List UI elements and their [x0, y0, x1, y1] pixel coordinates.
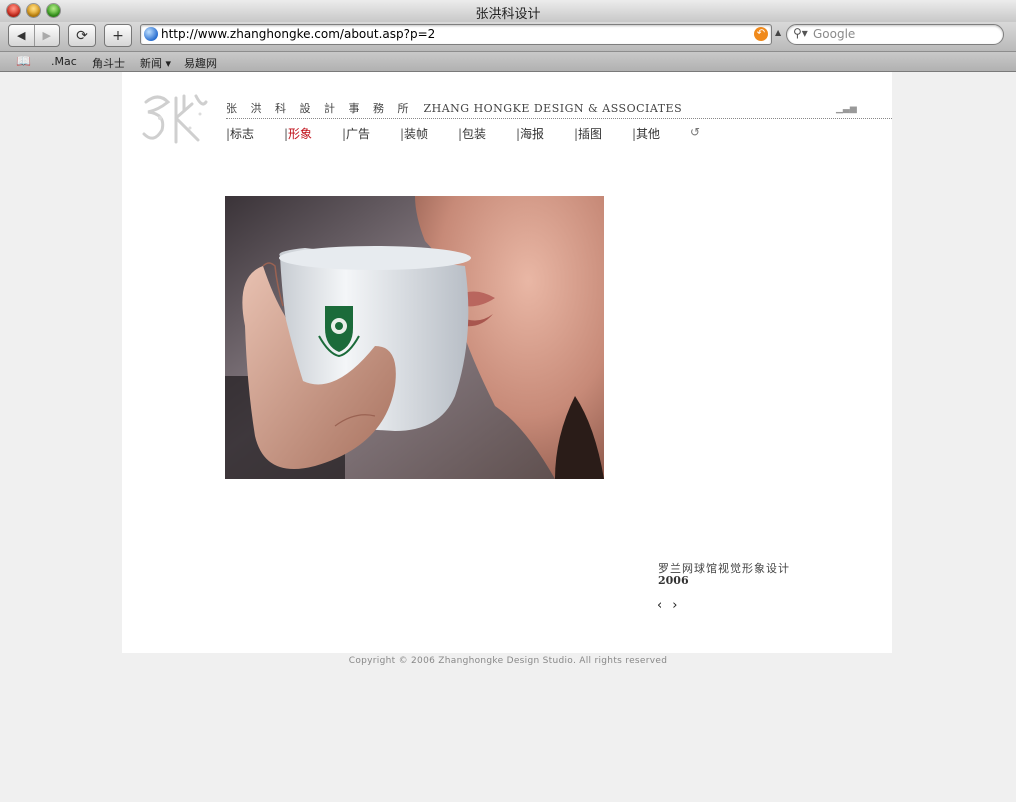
window-titlebar: 张洪科设计 — [0, 0, 1016, 23]
bookmarks-book-icon[interactable]: 📖 — [16, 54, 31, 68]
bookmark-news[interactable]: 新闻 ▾ — [140, 55, 171, 71]
menu-item-illustration[interactable]: 插图 — [574, 125, 632, 142]
menu-item-book-design[interactable]: 装帧 — [400, 125, 458, 142]
bookmark-gladiator[interactable]: 角斗士 — [92, 55, 125, 71]
reload-button[interactable]: ⟳ — [68, 24, 96, 47]
site-title: 张 洪 科 設 計 事 務 所 ZHANG HONGKE DESIGN & AS… — [226, 100, 682, 116]
refresh-icon[interactable]: ↺ — [690, 125, 700, 142]
globe-icon — [144, 27, 158, 41]
project-year: 2006 — [658, 574, 689, 587]
url-dropdown-icon[interactable]: ▲ — [775, 28, 781, 37]
bookmark-ebay[interactable]: 易趣网 — [184, 55, 217, 71]
site-title-en: ZHANG HONGKE DESIGN & ASSOCIATES — [423, 102, 683, 115]
page-content: 张 洪 科 設 計 事 務 所 ZHANG HONGKE DESIGN & AS… — [122, 72, 892, 653]
stats-icon[interactable]: ▁▃▅ — [836, 104, 857, 114]
forward-button[interactable]: ▶ — [35, 25, 60, 46]
image-pager: ‹ › — [657, 598, 677, 613]
address-bar[interactable]: http://www.zhanghongke.com/about.asp?p=2… — [140, 24, 772, 45]
menu-item-packaging[interactable]: 包装 — [458, 125, 516, 142]
prev-image-button[interactable]: ‹ — [657, 598, 662, 613]
copyright-footer: Copyright © 2006 Zhanghongke Design Stud… — [348, 656, 668, 666]
next-image-button[interactable]: › — [672, 598, 677, 613]
bookmark-mac[interactable]: .Mac — [51, 55, 77, 68]
search-placeholder: Google — [813, 27, 856, 41]
snapback-icon[interactable]: ↶ — [754, 27, 768, 41]
search-field[interactable]: ⚲▾ Google — [786, 24, 1004, 45]
menu-item-logo[interactable]: 标志 — [226, 125, 284, 142]
portfolio-image — [225, 196, 604, 479]
menu-item-poster[interactable]: 海报 — [516, 125, 574, 142]
category-menu: 标志 形象 广告 装帧 包装 海报 插图 其他 ↺ — [226, 125, 700, 142]
search-icon[interactable]: ⚲▾ — [793, 26, 808, 40]
site-title-cn: 张 洪 科 設 計 事 務 所 — [226, 102, 414, 115]
menu-item-advertising[interactable]: 广告 — [342, 125, 400, 142]
menu-item-identity[interactable]: 形象 — [284, 125, 342, 142]
add-bookmark-button[interactable]: + — [104, 24, 132, 47]
back-button[interactable]: ◀ — [9, 25, 35, 46]
back-forward-control: ◀ ▶ — [8, 24, 60, 47]
window-title: 张洪科设计 — [475, 7, 541, 22]
url-text[interactable]: http://www.zhanghongke.com/about.asp?p=2 — [161, 27, 435, 41]
header-divider — [226, 118, 892, 119]
browser-toolbar: ◀ ▶ ⟳ + http://www.zhanghongke.com/about… — [0, 22, 1016, 52]
site-logo[interactable] — [140, 88, 210, 148]
bookmarks-bar: 📖 .Mac 角斗士 新闻 ▾ 易趣网 — [0, 52, 1016, 72]
menu-item-other[interactable]: 其他 — [632, 125, 690, 142]
